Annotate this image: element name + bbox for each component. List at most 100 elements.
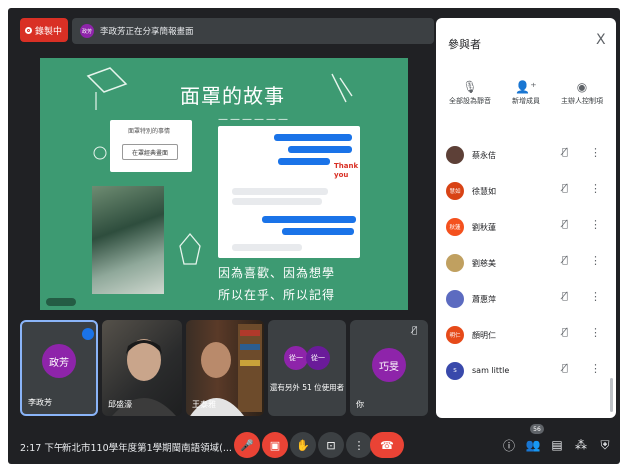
mic-off-icon: 🎙 bbox=[462, 80, 478, 94]
add-people-button[interactable]: 👤⁺ 新增成員 bbox=[498, 80, 554, 106]
slide-text-line2: 所以在乎、所以記得 bbox=[218, 288, 336, 302]
activities-icon: ⁂ bbox=[575, 438, 587, 452]
participant-avatar: 政芳 bbox=[42, 344, 76, 378]
shared-screen: 面罩的故事 —————— 面罩特別的事情 在罩經典畫面 Thank you 因為… bbox=[40, 58, 408, 310]
mic-off-icon[interactable]: 🎙̸ bbox=[562, 147, 568, 158]
panel-scrollbar[interactable] bbox=[610, 378, 613, 412]
mic-toggle-button[interactable]: 🎤 bbox=[234, 432, 260, 458]
more-icon[interactable]: ⋮ bbox=[590, 218, 601, 231]
host-controls-button[interactable]: ⛨ bbox=[596, 436, 614, 454]
participant-avatar: 從一 bbox=[284, 346, 308, 370]
slide-photo bbox=[92, 186, 164, 294]
participant-avatar bbox=[446, 146, 464, 164]
more-participants-label: 還有另外 51 位使用者 bbox=[269, 383, 345, 392]
mic-off-icon[interactable]: 🎙̸ bbox=[562, 183, 568, 194]
participant-row[interactable]: 明仁 顏明仁 🎙̸ ⋮ bbox=[436, 320, 616, 350]
more-icon[interactable]: ⋮ bbox=[590, 290, 601, 303]
participant-row[interactable]: 劉慈美 🎙̸ ⋮ bbox=[436, 248, 616, 278]
participant-name: 劉慈美 bbox=[472, 259, 496, 268]
participant-tile-presenter[interactable]: 政芳 李政芳 bbox=[20, 320, 98, 416]
camera-off-icon: ▣ bbox=[269, 438, 281, 452]
thanks-sticker: Thank you bbox=[334, 162, 359, 179]
participant-name: 王泰雅 bbox=[192, 400, 216, 409]
mic-off-icon[interactable]: 🎙̸ bbox=[562, 363, 568, 374]
security-icon: ⛨ bbox=[600, 437, 610, 452]
host-controls-panel-button[interactable]: ◉ 主辦人控制項 bbox=[554, 80, 610, 106]
slide-card-title: 面罩特別的事情 bbox=[128, 128, 171, 135]
mute-all-button[interactable]: 🎙 全部設為靜音 bbox=[442, 80, 498, 106]
participant-name: 李政芳 bbox=[28, 398, 52, 407]
participant-row[interactable]: 蔡永佶 🎙̸ ⋮ bbox=[436, 140, 616, 170]
add-person-icon: 👤⁺ bbox=[515, 80, 537, 94]
slide-dash: —————— bbox=[218, 114, 290, 125]
participant-avatar: 從一 bbox=[306, 346, 330, 370]
presentation-banner-text: 李政芳正在分享簡報畫面 bbox=[100, 27, 194, 37]
participant-name: 你 bbox=[356, 400, 364, 409]
mic-off-icon[interactable]: 🎙̸ bbox=[562, 291, 568, 302]
self-tile[interactable]: 巧旻 🎙̸ 你 bbox=[350, 320, 428, 416]
more-icon[interactable]: ⋮ bbox=[590, 182, 601, 195]
participant-avatar bbox=[446, 290, 464, 308]
participant-row[interactable]: 慧如 徐慧如 🎙̸ ⋮ bbox=[436, 176, 616, 206]
chat-button[interactable]: ▤ bbox=[548, 436, 566, 454]
activities-button[interactable]: ⁂ bbox=[572, 436, 590, 454]
participant-name: 徐慧如 bbox=[472, 187, 496, 196]
participant-name: 蔡永佶 bbox=[472, 151, 496, 160]
toggle-icon: ◉ bbox=[576, 80, 588, 94]
participant-name: sam little bbox=[472, 366, 510, 375]
more-participants-tile[interactable]: 從一 從一 還有另外 51 位使用者 bbox=[268, 320, 346, 416]
raise-hand-button[interactable]: ✋ bbox=[290, 432, 316, 458]
participant-row[interactable]: 蕭惠萍 🎙̸ ⋮ bbox=[436, 284, 616, 314]
mic-off-icon[interactable]: 🎙̸ bbox=[562, 255, 568, 266]
mic-off-icon: 🎤 bbox=[240, 438, 254, 452]
camera-toggle-button[interactable]: ▣ bbox=[262, 432, 288, 458]
participants-count-badge: 56 bbox=[530, 424, 544, 434]
add-people-label: 新增成員 bbox=[512, 97, 540, 105]
presentation-banner: 政芳 李政芳正在分享簡報畫面 bbox=[72, 18, 434, 44]
more-icon[interactable]: ⋮ bbox=[590, 254, 601, 267]
participant-row[interactable]: Ssam little 🎙̸ ⋮ bbox=[436, 356, 616, 386]
close-panel-button[interactable]: X bbox=[596, 32, 606, 48]
people-button[interactable]: 👥 bbox=[524, 436, 542, 454]
participant-tile-video[interactable]: 王泰雅 bbox=[186, 320, 264, 416]
participant-name: 邱盛濠 bbox=[108, 400, 132, 409]
present-icon: ⊡ bbox=[326, 438, 336, 452]
participant-name: 劉秋蓮 bbox=[472, 223, 496, 232]
present-button[interactable]: ⊡ bbox=[318, 432, 344, 458]
more-options-button[interactable]: ⋮ bbox=[346, 432, 372, 458]
slide-title: 面罩的故事 bbox=[180, 84, 285, 108]
panel-title: 參與者 bbox=[448, 38, 481, 51]
info-button[interactable]: ⓘ bbox=[500, 436, 518, 454]
participant-avatar: 巧旻 bbox=[372, 348, 406, 382]
info-icon: ⓘ bbox=[502, 438, 515, 453]
recording-indicator[interactable]: 錄製中 bbox=[20, 18, 68, 42]
chat-icon: ▤ bbox=[551, 438, 563, 452]
mute-all-label: 全部設為靜音 bbox=[449, 97, 491, 105]
more-icon[interactable]: ⋮ bbox=[590, 146, 601, 159]
more-icon[interactable]: ⋮ bbox=[590, 326, 601, 339]
meet-window: 錄製中 政芳 李政芳正在分享簡報畫面 面罩的故事 —————— 面罩特別的事情 … bbox=[8, 8, 620, 464]
people-icon: 👥 bbox=[525, 438, 541, 452]
recording-label: 錄製中 bbox=[35, 26, 63, 37]
mic-off-icon[interactable]: 🎙̸ bbox=[562, 327, 568, 338]
participant-avatar: 秋蓮 bbox=[446, 218, 464, 236]
mic-off-icon[interactable]: 🎙̸ bbox=[562, 219, 568, 230]
raise-hand-icon: ✋ bbox=[296, 438, 310, 452]
participant-avatar bbox=[446, 254, 464, 272]
participant-avatar: 慧如 bbox=[446, 182, 464, 200]
more-icon[interactable]: ⋮ bbox=[590, 362, 601, 375]
participant-row[interactable]: 秋蓮 劉秋蓮 🎙̸ ⋮ bbox=[436, 212, 616, 242]
more-icon: ⋮ bbox=[353, 438, 365, 452]
presenter-avatar: 政芳 bbox=[80, 24, 94, 38]
slide-pager[interactable] bbox=[46, 298, 76, 306]
slide-card: 面罩特別的事情 在罩經典畫面 bbox=[110, 120, 192, 172]
slide-chat-screenshot: Thank you bbox=[218, 126, 360, 258]
participant-name: 顏明仁 bbox=[472, 331, 496, 340]
slide-card-button: 在罩經典畫面 bbox=[122, 144, 178, 160]
participant-name: 蕭惠萍 bbox=[472, 295, 496, 304]
mic-off-icon: 🎙̸ bbox=[412, 326, 418, 336]
participant-tile-video[interactable]: 邱盛濠 bbox=[102, 320, 182, 416]
participant-avatar: 明仁 bbox=[446, 326, 464, 344]
meeting-time: 2:17 下午 bbox=[20, 443, 64, 454]
end-call-button[interactable]: ☎ bbox=[370, 432, 404, 458]
